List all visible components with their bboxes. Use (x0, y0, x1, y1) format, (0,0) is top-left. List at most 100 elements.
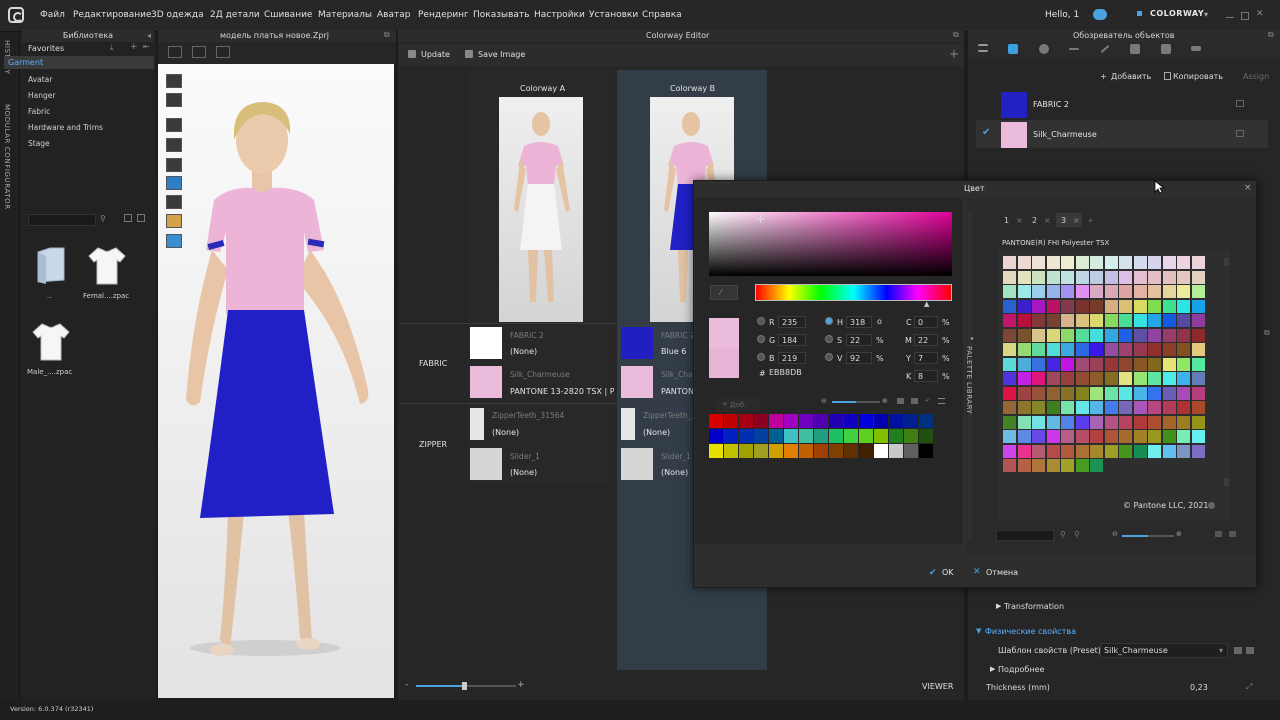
copy-fabric-button[interactable]: Копировать (1173, 72, 1223, 81)
pantone-swatch[interactable] (1090, 444, 1103, 458)
popout-icon[interactable]: ⧉ (384, 30, 390, 40)
palette-swatch[interactable] (754, 444, 768, 458)
pantone-swatch[interactable] (1177, 270, 1190, 284)
pantone-swatch[interactable] (1133, 386, 1147, 400)
zoom-out-icon[interactable]: ⊖ (821, 397, 827, 405)
rgb-radio[interactable] (757, 353, 765, 361)
refresh-icon[interactable] (124, 214, 132, 222)
pantone-swatch[interactable] (1090, 357, 1103, 371)
pantone-swatch[interactable] (1133, 430, 1147, 443)
pantone-swatch[interactable] (1104, 270, 1118, 284)
cloud-icon[interactable] (1093, 9, 1107, 20)
transform-icon[interactable] (192, 46, 206, 58)
pantone-swatch[interactable] (1104, 401, 1118, 414)
pantone-swatch[interactable] (1061, 386, 1074, 400)
pantone-swatch[interactable] (1032, 444, 1045, 458)
pantone-swatch[interactable] (1075, 386, 1089, 400)
pantone-swatch[interactable] (1003, 299, 1016, 313)
pantone-swatch[interactable] (1046, 459, 1060, 472)
pantone-swatch[interactable] (1133, 328, 1147, 342)
minimize-icon[interactable] (1226, 12, 1234, 18)
add-colorway-icon[interactable]: + (949, 47, 959, 61)
hue-marker-icon[interactable]: ▲ (924, 300, 929, 308)
pantone-swatch[interactable] (1090, 343, 1103, 356)
pantone-swatch[interactable] (1133, 401, 1147, 414)
tab-modular-configurator[interactable]: MODULAR CONFIGURATOR (3, 104, 11, 210)
pantone-swatch[interactable] (1090, 430, 1103, 443)
pantone-swatch[interactable] (1177, 386, 1190, 400)
pantone-swatch[interactable] (1075, 285, 1089, 298)
close-icon[interactable]: ✕ (1256, 9, 1264, 19)
pantone-swatch[interactable] (1075, 372, 1089, 385)
pantone-swatch[interactable] (1046, 285, 1060, 298)
fabric-tab-icon[interactable] (1008, 44, 1018, 54)
pantone-swatch[interactable] (1075, 328, 1089, 342)
pantone-swatch[interactable] (1133, 372, 1147, 385)
palette-swatch[interactable] (844, 444, 858, 458)
zoom-slider-handle[interactable] (462, 682, 467, 690)
pantone-swatch[interactable] (1003, 357, 1016, 371)
pantone-swatch[interactable] (1003, 285, 1016, 298)
swatch-a-zipperteeth[interactable] (470, 408, 484, 440)
pantone-swatch[interactable] (1017, 372, 1031, 385)
pantone-swatch[interactable] (1177, 357, 1190, 371)
pantone-swatch[interactable] (1075, 299, 1089, 313)
tshirt-icon[interactable] (32, 322, 70, 362)
pantone-swatch[interactable] (1162, 343, 1176, 356)
pantone-swatch[interactable] (1032, 328, 1045, 342)
swatch-b-fabric2[interactable] (621, 327, 653, 359)
pantone-swatch[interactable] (1133, 285, 1147, 298)
trim-tab-icon[interactable] (1191, 46, 1201, 51)
k-input[interactable]: 8 (914, 370, 938, 382)
pantone-swatch[interactable] (1061, 430, 1074, 443)
pantone-swatch[interactable] (1177, 444, 1190, 458)
hsv-radio[interactable] (825, 353, 833, 361)
palette-swatch[interactable] (814, 444, 828, 458)
c-input[interactable]: 0 (914, 316, 938, 328)
pantone-swatch[interactable] (1177, 401, 1190, 414)
pantone-swatch[interactable] (1003, 459, 1016, 472)
palette-swatch[interactable] (799, 429, 813, 443)
palette-swatch[interactable] (904, 414, 918, 428)
palette-swatch[interactable] (859, 429, 873, 443)
popout-icon[interactable]: ⧉ (1268, 30, 1274, 40)
pantone-swatch[interactable] (1017, 299, 1031, 313)
folder-icon[interactable] (1234, 647, 1242, 654)
palette-swatch[interactable] (784, 429, 798, 443)
palette-swatch[interactable] (889, 414, 903, 428)
pantone-swatch[interactable] (1177, 314, 1190, 327)
pantone-swatch[interactable] (1162, 430, 1176, 443)
palette-swatch[interactable] (769, 429, 783, 443)
y-input[interactable]: 7 (914, 352, 938, 364)
pantone-swatch[interactable] (1061, 270, 1074, 284)
palette-swatch[interactable] (889, 444, 903, 458)
pantone-swatch[interactable] (1090, 285, 1103, 298)
pantone-swatch[interactable] (1119, 314, 1132, 327)
pantone-swatch[interactable] (1148, 270, 1161, 284)
pantone-swatch[interactable] (1017, 314, 1031, 327)
palette-swatch[interactable] (889, 429, 903, 443)
pantone-swatch[interactable] (1017, 285, 1031, 298)
m-input[interactable]: 22 (914, 334, 938, 346)
pantone-swatch[interactable] (1133, 343, 1147, 356)
pantone-swatch[interactable] (1177, 299, 1190, 313)
transformation-chevron-icon[interactable]: ▶ (996, 602, 1001, 610)
pantone-swatch[interactable] (1003, 444, 1016, 458)
pantone-swatch[interactable] (1162, 401, 1176, 414)
pantone-swatch[interactable] (1162, 357, 1176, 371)
palette-swatch[interactable] (709, 414, 723, 428)
pantone-swatch[interactable] (1162, 299, 1176, 313)
pantone-swatch[interactable] (1032, 314, 1045, 327)
swatch-a-fabric2-value[interactable]: (None) (510, 347, 537, 356)
pantone-swatch[interactable] (1191, 430, 1205, 443)
pantone-swatch[interactable] (1119, 386, 1132, 400)
update-button[interactable]: Update (421, 50, 450, 59)
library-item-garment[interactable]: Garment (4, 56, 154, 69)
physical-properties-section[interactable]: Физические свойства (985, 627, 1076, 636)
pantone-swatch[interactable] (1148, 285, 1161, 298)
pantone-swatch[interactable] (1003, 343, 1016, 356)
export-icon[interactable] (1229, 531, 1236, 537)
pantone-swatch[interactable] (1177, 372, 1190, 385)
pantone-swatch[interactable] (1104, 386, 1118, 400)
graphic-tab-icon[interactable] (1161, 44, 1171, 54)
